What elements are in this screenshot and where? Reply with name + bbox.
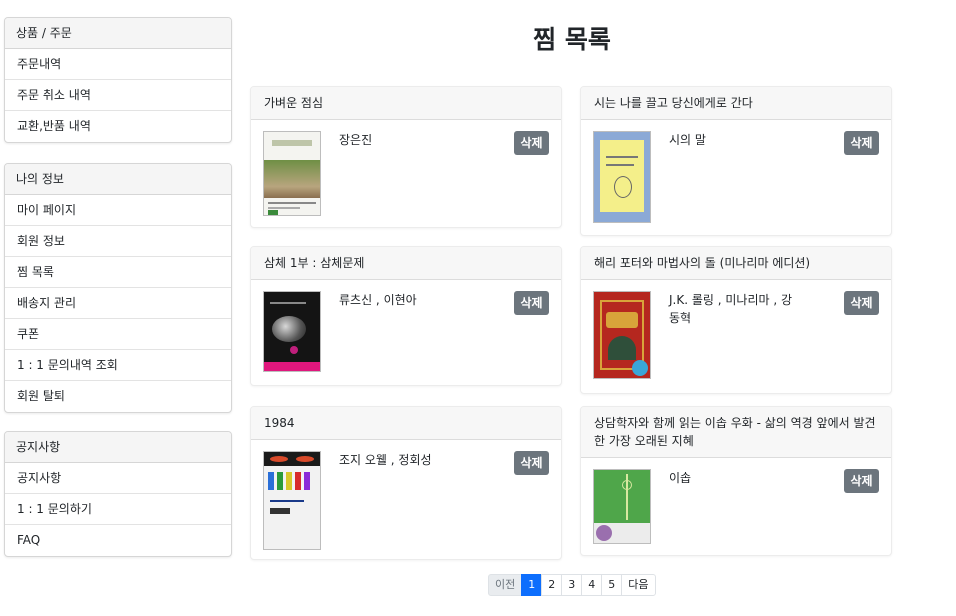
- sidebar-item-withdraw[interactable]: 회원 탈퇴: [5, 381, 231, 412]
- wishlist-card: 상담학자와 함께 읽는 이솝 우화 - 삶의 역경 앞에서 발견한 가장 오래된…: [580, 406, 892, 556]
- book-author: 장은진: [339, 133, 373, 147]
- book-author: J.K. 롤링 , 미나리마 , 강동혁: [669, 293, 793, 325]
- sidebar-item-my-page[interactable]: 마이 페이지: [5, 195, 231, 226]
- book-cover-image[interactable]: [593, 131, 651, 223]
- sidebar-item-coupons[interactable]: 쿠폰: [5, 319, 231, 350]
- delete-button[interactable]: 삭제: [514, 131, 549, 155]
- sidebar-item-shipping-addresses[interactable]: 배송지 관리: [5, 288, 231, 319]
- delete-button[interactable]: 삭제: [844, 291, 879, 315]
- sidebar-item-member-info[interactable]: 회원 정보: [5, 226, 231, 257]
- book-cover-image[interactable]: [593, 469, 651, 544]
- book-title[interactable]: 시는 나를 끌고 당신에게로 간다: [581, 87, 891, 120]
- book-cover-image[interactable]: [263, 451, 321, 550]
- sidebar-item-inquiry-history[interactable]: 1 : 1 문의내역 조회: [5, 350, 231, 381]
- wishlist-card: 삼체 1부 : 삼체문제 류츠신 , 이현아 삭제: [250, 246, 562, 386]
- book-title[interactable]: 삼체 1부 : 삼체문제: [251, 247, 561, 280]
- wishlist-card: 1984 조지 오웰 , 정회성 삭제: [250, 406, 562, 560]
- wishlist-card: 해리 포터와 마법사의 돌 (미나리마 에디션) J.K. 롤링 , 미나리마 …: [580, 246, 892, 394]
- sidebar-item-faq[interactable]: FAQ: [5, 525, 231, 556]
- sidebar-item-notices[interactable]: 공지사항: [5, 463, 231, 494]
- pagination-page-4[interactable]: 4: [581, 574, 603, 596]
- book-author: 시의 말: [669, 133, 706, 147]
- sidebar-item-wishlist[interactable]: 찜 목록: [5, 257, 231, 288]
- pagination: 이전 1 2 3 4 5 다음: [488, 574, 656, 596]
- delete-button[interactable]: 삭제: [844, 469, 879, 493]
- pagination-page-1[interactable]: 1: [521, 574, 543, 596]
- sidebar-heading: 나의 정보: [5, 164, 231, 195]
- book-title[interactable]: 상담학자와 함께 읽는 이솝 우화 - 삶의 역경 앞에서 발견한 가장 오래된…: [581, 407, 891, 458]
- pagination-prev-button[interactable]: 이전: [488, 574, 523, 596]
- pagination-page-2[interactable]: 2: [541, 574, 563, 596]
- book-cover-image[interactable]: [263, 291, 321, 372]
- book-title[interactable]: 해리 포터와 마법사의 돌 (미나리마 에디션): [581, 247, 891, 280]
- page-title: 찜 목록: [533, 25, 611, 54]
- delete-button[interactable]: 삭제: [844, 131, 879, 155]
- pagination-page-5[interactable]: 5: [601, 574, 623, 596]
- book-title[interactable]: 1984: [251, 407, 561, 440]
- wishlist-card: 가벼운 점심 장은진 삭제: [250, 86, 562, 228]
- sidebar-item-inquiry[interactable]: 1 : 1 문의하기: [5, 494, 231, 525]
- book-cover-image[interactable]: [593, 291, 651, 379]
- sidebar-group-my-info: 나의 정보 마이 페이지 회원 정보 찜 목록 배송지 관리 쿠폰 1 : 1 …: [4, 163, 232, 413]
- sidebar-item-orders[interactable]: 주문내역: [5, 49, 231, 80]
- book-cover-image[interactable]: [263, 131, 321, 216]
- book-author: 이솝: [669, 471, 692, 485]
- sidebar-group-notices: 공지사항 공지사항 1 : 1 문의하기 FAQ: [4, 431, 232, 557]
- pagination-page-3[interactable]: 3: [561, 574, 583, 596]
- book-author: 조지 오웰 , 정회성: [339, 453, 432, 467]
- sidebar-heading: 공지사항: [5, 432, 231, 463]
- sidebar-group-orders: 상품 / 주문 주문내역 주문 취소 내역 교환,반품 내역: [4, 17, 232, 143]
- book-title[interactable]: 가벼운 점심: [251, 87, 561, 120]
- wishlist-card: 시는 나를 끌고 당신에게로 간다 시의 말 삭제: [580, 86, 892, 236]
- sidebar-heading: 상품 / 주문: [5, 18, 231, 49]
- sidebar-item-order-cancellations[interactable]: 주문 취소 내역: [5, 80, 231, 111]
- delete-button[interactable]: 삭제: [514, 451, 549, 475]
- book-author: 류츠신 , 이현아: [339, 293, 417, 307]
- pagination-next-button[interactable]: 다음: [621, 574, 656, 596]
- delete-button[interactable]: 삭제: [514, 291, 549, 315]
- sidebar-item-exchange-returns[interactable]: 교환,반품 내역: [5, 111, 231, 142]
